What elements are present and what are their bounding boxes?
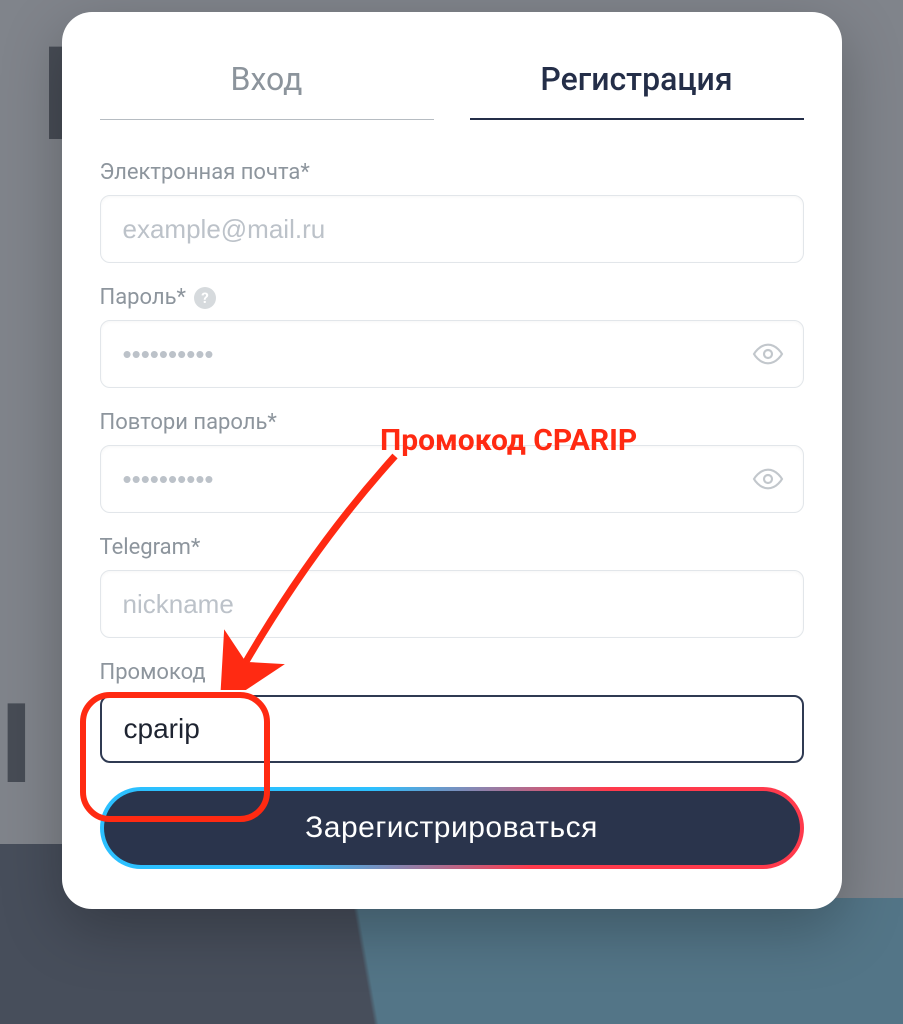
eye-icon[interactable] [750,336,786,372]
repeat-password-label: Повтори пароль* [100,410,804,435]
auth-tabs: Вход Регистрация [100,60,804,120]
email-input[interactable] [100,195,804,263]
eye-icon[interactable] [750,461,786,497]
field-telegram: Telegram* [92,535,812,638]
password-input[interactable] [100,320,804,388]
telegram-label: Telegram* [100,535,804,560]
submit-wrap: Зарегистрироваться [100,787,804,869]
field-promo: Промокод [92,660,812,763]
field-password: Пароль* ? [92,285,812,388]
field-repeat-password: Повтори пароль* [92,410,812,513]
register-button[interactable]: Зарегистрироваться [104,791,800,865]
password-label: Пароль* ? [100,285,804,310]
field-email: Электронная почта* [92,160,812,263]
promo-label: Промокод [100,660,804,685]
auth-modal: Вход Регистрация Электронная почта* Паро… [62,12,842,909]
repeat-password-input[interactable] [100,445,804,513]
promo-input[interactable] [100,695,804,763]
help-icon[interactable]: ? [194,287,216,309]
tab-register[interactable]: Регистрация [470,60,804,120]
tab-login[interactable]: Вход [100,60,434,120]
telegram-input[interactable] [100,570,804,638]
email-label: Электронная почта* [100,160,804,185]
